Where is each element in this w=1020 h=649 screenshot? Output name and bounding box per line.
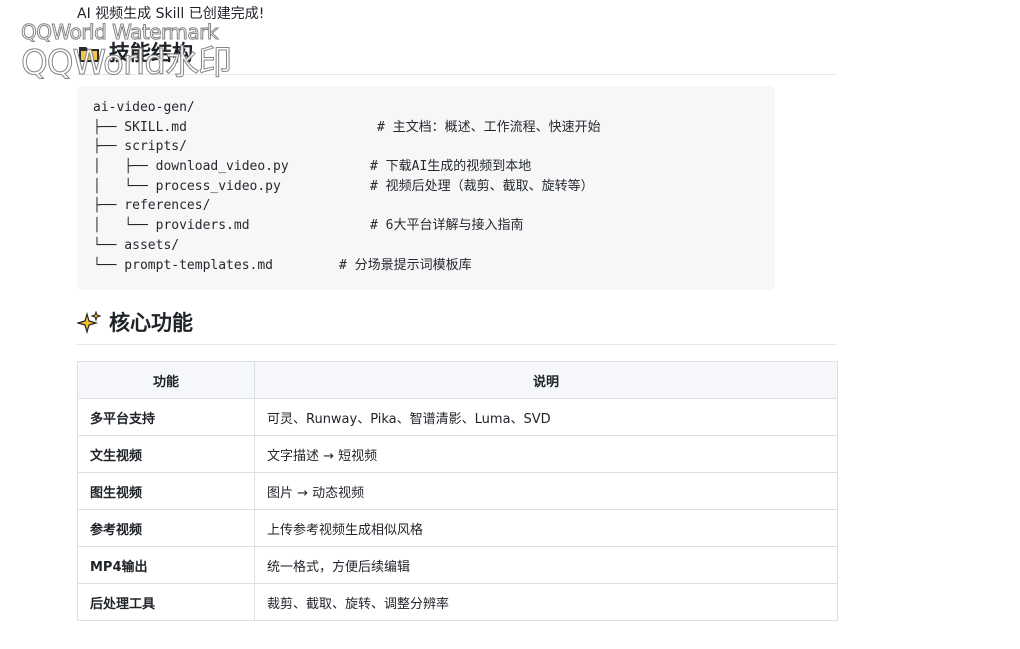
feature-name-cell: 文生视频	[77, 435, 255, 473]
feature-name-cell: MP4输出	[77, 546, 255, 584]
file-tree-codeblock: ai-video-gen/ ├── SKILL.md # 主文档：概述、工作流程、…	[77, 86, 775, 290]
code-line: │ └── providers.md # 6大平台详解与接入指南	[93, 218, 524, 234]
feature-description-cell: 图片 → 动态视频	[254, 472, 838, 510]
feature-description-cell: 可灵、Runway、Pika、智谱清影、Luma、SVD	[254, 398, 838, 436]
code-line: ├── scripts/	[93, 139, 187, 155]
intro-text: AI 视频生成 Skill 已创建完成!	[77, 6, 265, 22]
folder-icon	[77, 41, 101, 65]
code-line: └── assets/	[93, 237, 180, 253]
table-row: 后处理工具 裁剪、截取、旋转、调整分辨率	[77, 583, 838, 621]
sparkles-icon	[77, 311, 101, 335]
table-header-row: 功能 说明	[77, 361, 838, 399]
structure-heading: 技能结构	[77, 38, 837, 75]
structure-heading-title: 技能结构	[109, 41, 193, 65]
feature-description-cell: 上传参考视频生成相似风格	[254, 509, 838, 547]
column-header-description: 说明	[254, 361, 838, 399]
code-line: │ ├── download_video.py # 下载AI生成的视频到本地	[93, 159, 532, 175]
code-line: │ └── process_video.py # 视频后处理（裁剪、截取、旋转等）	[93, 178, 594, 194]
code-line: ai-video-gen/	[93, 100, 195, 115]
table-row: MP4输出 统一格式，方便后续编辑	[77, 546, 838, 584]
features-heading: 核心功能	[77, 308, 837, 345]
code-line: ├── references/	[93, 198, 211, 214]
features-heading-title: 核心功能	[109, 311, 193, 335]
code-line: ├── SKILL.md # 主文档：概述、工作流程、快速开始	[93, 119, 601, 135]
feature-name-cell: 图生视频	[77, 472, 255, 510]
table-row: 参考视频 上传参考视频生成相似风格	[77, 509, 838, 547]
feature-name-cell: 参考视频	[77, 509, 255, 547]
feature-description-cell: 裁剪、截取、旋转、调整分辨率	[254, 583, 838, 621]
feature-name-cell: 后处理工具	[77, 583, 255, 621]
features-table: 功能 说明 多平台支持 可灵、Runway、Pika、智谱清影、Luma、SVD…	[77, 361, 838, 621]
feature-description-cell: 文字描述 → 短视频	[254, 435, 838, 473]
table-row: 图生视频 图片 → 动态视频	[77, 472, 838, 510]
table-row: 文生视频 文字描述 → 短视频	[77, 435, 838, 473]
feature-name-cell: 多平台支持	[77, 398, 255, 436]
code-line: └── prompt-templates.md # 分场景提示词模板库	[93, 257, 472, 273]
table-row: 多平台支持 可灵、Runway、Pika、智谱清影、Luma、SVD	[77, 398, 838, 436]
feature-description-cell: 统一格式，方便后续编辑	[254, 546, 838, 584]
column-header-feature: 功能	[77, 361, 255, 399]
